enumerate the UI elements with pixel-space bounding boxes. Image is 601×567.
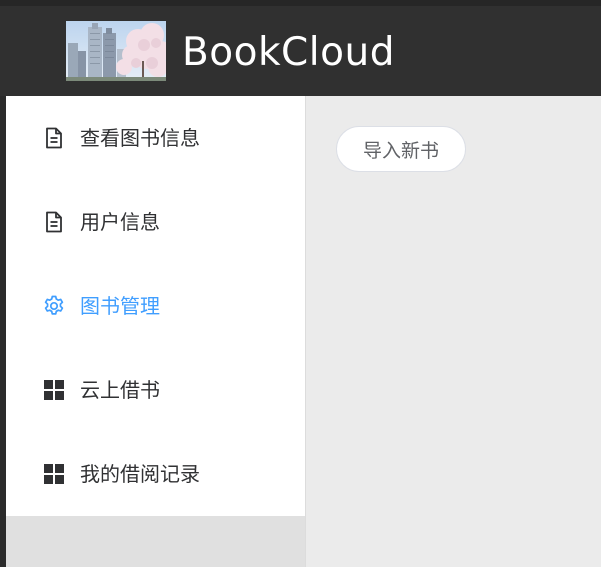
sidebar: 查看图书信息 用户信息 图书管理 云上借书 我的借阅记录 bbox=[6, 96, 306, 567]
gear-icon bbox=[42, 294, 66, 318]
sidebar-item-label: 云上借书 bbox=[80, 378, 160, 402]
header-top-shadow bbox=[0, 0, 601, 6]
sidebar-item-borrow-books[interactable]: 云上借书 bbox=[6, 348, 305, 432]
grid-icon bbox=[42, 378, 66, 402]
sidebar-item-label: 图书管理 bbox=[80, 294, 160, 318]
app-header: BookCloud bbox=[0, 0, 601, 96]
sidebar-item-label: 查看图书信息 bbox=[80, 126, 200, 150]
sidebar-footer bbox=[6, 516, 305, 567]
sidebar-item-label: 用户信息 bbox=[80, 210, 160, 234]
sidebar-item-book-management[interactable]: 图书管理 bbox=[6, 264, 305, 348]
sidebar-item-borrow-records[interactable]: 我的借阅记录 bbox=[6, 432, 305, 516]
logo-image bbox=[66, 21, 166, 81]
sidebar-item-user-info[interactable]: 用户信息 bbox=[6, 180, 305, 264]
grid-icon bbox=[42, 462, 66, 486]
import-new-book-button[interactable]: 导入新书 bbox=[336, 126, 466, 172]
document-icon bbox=[42, 210, 66, 234]
document-icon bbox=[42, 126, 66, 150]
app-title: BookCloud bbox=[182, 30, 395, 75]
main-content: 导入新书 bbox=[306, 96, 601, 567]
sidebar-item-label: 我的借阅记录 bbox=[80, 462, 200, 486]
app-logo bbox=[66, 21, 166, 81]
sidebar-item-view-books[interactable]: 查看图书信息 bbox=[6, 96, 305, 180]
